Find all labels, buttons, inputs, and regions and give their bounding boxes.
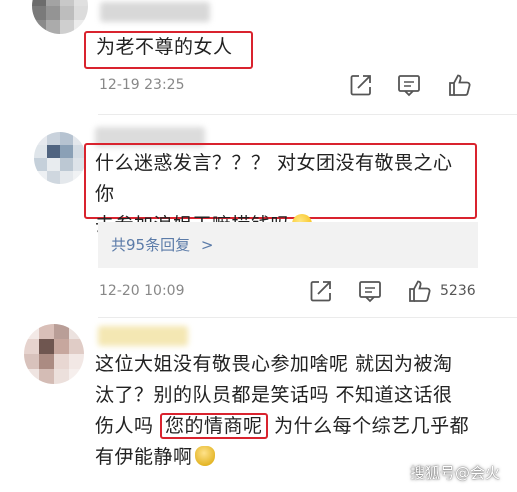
comment-line: 什么迷惑发言？？？ 对女团没有敬畏之心你: [95, 152, 453, 205]
share-icon[interactable]: [308, 278, 334, 304]
avatar[interactable]: [34, 132, 86, 184]
comment-line: 汰了？别的队员都是笑话吗 不知道这话很: [95, 384, 453, 406]
comment-time: 12-19 23:25: [99, 77, 185, 93]
comment-text: 这位大姐没有敬畏心参加啥呢 就因为被淘 汰了？别的队员都是笑话吗 不知道这话很 …: [95, 349, 515, 473]
comment-icon[interactable]: [357, 278, 383, 304]
share-icon[interactable]: [348, 72, 374, 98]
avatar[interactable]: [24, 324, 84, 384]
highlighted-phrase: 您的情商呢: [160, 413, 268, 439]
avatar[interactable]: [32, 0, 88, 34]
comment-line-text: 为什么每个综艺几乎都: [267, 415, 470, 437]
comment-icon[interactable]: [396, 72, 422, 98]
username-blurred[interactable]: [100, 2, 210, 22]
chevron-right-icon: >: [200, 236, 214, 254]
view-replies-link[interactable]: 共95条回复 >: [111, 234, 213, 255]
username-blurred[interactable]: [98, 326, 188, 346]
comment-line: 这位大姐没有敬畏心参加啥呢 就因为被淘: [95, 353, 453, 375]
comment-time: 12-20 10:09: [99, 283, 185, 299]
facepalm-emoji-icon: [194, 446, 215, 466]
like-icon[interactable]: [447, 72, 473, 98]
reply-count-label: 共95条回复: [111, 236, 191, 254]
like-icon[interactable]: [407, 278, 433, 304]
comment-line-text: 伤人吗: [95, 415, 161, 437]
like-count: 5236: [440, 283, 476, 299]
divider: [98, 114, 517, 115]
divider: [98, 317, 517, 318]
comment-line-text: 有伊能静啊: [95, 446, 193, 468]
comment-line: 伤人吗 您的情商呢 为什么每个综艺几乎都: [95, 411, 515, 442]
watermark: 搜狐号@会火: [410, 464, 501, 482]
comment-text: 为老不尊的女人: [96, 36, 233, 58]
